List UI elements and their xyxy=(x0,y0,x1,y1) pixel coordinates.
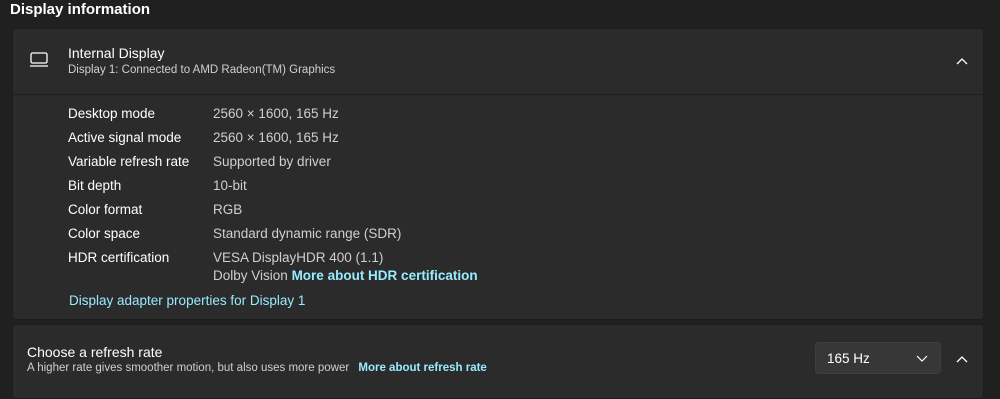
monitor-icon xyxy=(30,52,48,67)
display-adapter-properties-link[interactable]: Display adapter properties for Display 1 xyxy=(69,293,305,308)
info-label: Color format xyxy=(68,202,143,217)
info-row-desktop-mode: Desktop mode 2560 × 1600, 165 Hz xyxy=(13,106,983,130)
info-value-dolby: Dolby Vision More about HDR certificatio… xyxy=(213,268,478,283)
refresh-rate-description: A higher rate gives smoother motion, but… xyxy=(27,362,487,374)
info-row-color-space: Color space Standard dynamic range (SDR) xyxy=(13,226,983,250)
refresh-rate-card: Choose a refresh rate A higher rate give… xyxy=(12,324,984,399)
refresh-rate-dropdown[interactable]: 165 Hz xyxy=(815,342,941,374)
info-value: Standard dynamic range (SDR) xyxy=(213,226,402,241)
dolby-vision-text: Dolby Vision xyxy=(213,268,288,283)
section-title: Display information xyxy=(10,1,151,18)
info-row-bit-depth: Bit depth 10-bit xyxy=(13,178,983,202)
info-value: Supported by driver xyxy=(213,154,331,169)
info-row-active-signal-mode: Active signal mode 2560 × 1600, 165 Hz xyxy=(13,130,983,154)
info-label: Variable refresh rate xyxy=(68,154,190,169)
display-card-header[interactable]: Internal Display Display 1: Connected to… xyxy=(13,29,983,95)
chevron-up-icon xyxy=(956,356,968,363)
display-connection-info: Display 1: Connected to AMD Radeon(TM) G… xyxy=(68,64,336,76)
refresh-rate-link[interactable]: More about refresh rate xyxy=(358,362,486,374)
info-value: 10-bit xyxy=(213,178,247,193)
display-info-card: Internal Display Display 1: Connected to… xyxy=(12,28,984,320)
info-row-variable-refresh-rate: Variable refresh rate Supported by drive… xyxy=(13,154,983,178)
refresh-rate-description-text: A higher rate gives smoother motion, but… xyxy=(27,362,350,374)
info-row-color-format: Color format RGB xyxy=(13,202,983,226)
display-name: Internal Display xyxy=(68,45,165,61)
info-label: Color space xyxy=(68,226,141,241)
info-value: RGB xyxy=(213,202,243,217)
info-label: Active signal mode xyxy=(68,130,182,145)
chevron-up-icon xyxy=(956,58,968,65)
refresh-rate-title: Choose a refresh rate xyxy=(27,344,163,360)
info-label: HDR certification xyxy=(68,250,170,265)
hdr-certification-link[interactable]: More about HDR certification xyxy=(292,268,478,283)
collapse-refresh-button[interactable] xyxy=(948,345,976,373)
chevron-down-icon xyxy=(916,355,928,362)
collapse-display-button[interactable] xyxy=(948,47,976,75)
info-label: Bit depth xyxy=(68,178,122,193)
info-row-hdr-certification: HDR certification VESA DisplayHDR 400 (1… xyxy=(13,250,983,292)
info-value: 2560 × 1600, 165 Hz xyxy=(213,106,339,121)
refresh-rate-selected: 165 Hz xyxy=(827,351,870,366)
info-label: Desktop mode xyxy=(68,106,156,121)
info-value: VESA DisplayHDR 400 (1.1) xyxy=(213,250,384,265)
info-value: 2560 × 1600, 165 Hz xyxy=(213,130,339,145)
